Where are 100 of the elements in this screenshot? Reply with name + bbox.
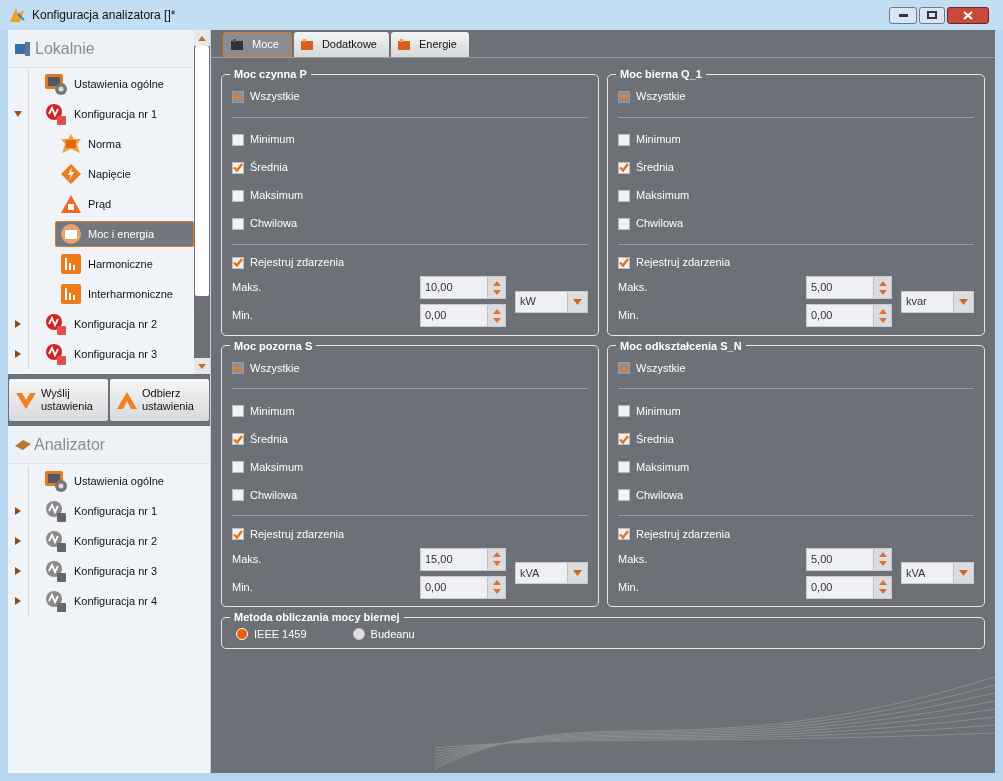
- checkbox[interactable]: [232, 161, 244, 174]
- expand-arrow-icon[interactable]: [14, 567, 22, 575]
- field-label: Min.: [618, 308, 640, 324]
- spinner-arrows-icon[interactable]: [487, 277, 505, 298]
- scroll-up-icon[interactable]: [198, 35, 206, 41]
- group-title: Moc pozorna S: [233, 338, 314, 354]
- checkbox-label: Wszystkie: [636, 360, 686, 376]
- tree-item[interactable]: Konfiguracja nr 3: [39, 341, 167, 367]
- tab[interactable]: Dodatkowe: [293, 32, 389, 57]
- tree-item[interactable]: Konfiguracja nr 3: [39, 558, 167, 584]
- checkbox[interactable]: [618, 189, 630, 202]
- checkbox-label: Wszystkie: [250, 360, 300, 376]
- unit-dropdown[interactable]: kVA: [901, 562, 974, 584]
- checkbox-label: Chwilowa: [250, 216, 298, 232]
- checkbox[interactable]: [618, 362, 630, 374]
- checkbox[interactable]: [232, 528, 244, 540]
- field-label: Maks.: [232, 280, 263, 296]
- tree-item[interactable]: Konfiguracja nr 2: [39, 528, 167, 554]
- caret-icon: [573, 298, 582, 305]
- checkbox-label: Chwilowa: [636, 487, 684, 503]
- receive-settings-button[interactable]: Odbierz ustawienia: [110, 379, 209, 421]
- checkbox[interactable]: [618, 528, 630, 540]
- section-header: Lokalnie: [8, 30, 194, 68]
- scrollbar-thumb[interactable]: [195, 46, 209, 296]
- expand-arrow-icon[interactable]: [14, 537, 22, 545]
- spinner-arrows-icon[interactable]: [873, 305, 891, 326]
- checkbox-label: Średnia: [636, 431, 674, 447]
- tree-item[interactable]: Konfiguracja nr 1: [39, 101, 167, 127]
- expand-arrow-icon[interactable]: [14, 320, 22, 328]
- checkbox[interactable]: [618, 133, 630, 146]
- checkbox[interactable]: [618, 405, 630, 417]
- checkbox[interactable]: [618, 161, 630, 174]
- spinner-arrows-icon[interactable]: [873, 548, 891, 570]
- scroll-down-icon[interactable]: [198, 363, 206, 369]
- tab[interactable]: Energie: [390, 32, 469, 57]
- expand-arrow-icon[interactable]: [14, 507, 22, 515]
- group-title: Metoda obliczania mocy biernej: [233, 610, 401, 625]
- tree-item[interactable]: Harmoniczne: [55, 251, 162, 277]
- number-field[interactable]: 0,00: [420, 575, 506, 599]
- checkbox[interactable]: [232, 461, 244, 473]
- number-field[interactable]: 0,00: [806, 575, 892, 599]
- tree-item[interactable]: Moc i energia: [55, 221, 194, 247]
- expand-arrow-icon[interactable]: [14, 597, 22, 605]
- checkbox-label: Średnia: [636, 160, 674, 176]
- tree-item[interactable]: Norma: [55, 131, 130, 157]
- checkbox-label: Chwilowa: [636, 216, 684, 232]
- checkbox[interactable]: [232, 189, 244, 202]
- send-settings-button[interactable]: Wyślij ustawienia: [9, 379, 108, 421]
- radio-button[interactable]: [352, 627, 365, 640]
- checkbox[interactable]: [618, 217, 630, 230]
- number-field[interactable]: 0,00: [806, 304, 892, 327]
- tree-item[interactable]: Konfiguracja nr 2: [39, 311, 167, 337]
- checkbox[interactable]: [232, 433, 244, 445]
- maximize-button[interactable]: [919, 6, 945, 24]
- lightning-icon: [60, 163, 82, 185]
- checkbox[interactable]: [232, 90, 244, 103]
- checkbox[interactable]: [618, 90, 630, 103]
- unit-dropdown[interactable]: kvar: [901, 290, 974, 313]
- unit-dropdown[interactable]: kW: [515, 290, 588, 313]
- checkmark-icon: [619, 258, 629, 267]
- group-title: Moc czynna P: [233, 67, 308, 82]
- tree-item[interactable]: Ustawienia ogólne: [39, 71, 173, 97]
- scrollbar[interactable]: [194, 30, 210, 374]
- bar-chart-icon: [60, 253, 82, 275]
- checkbox[interactable]: [232, 256, 244, 269]
- spinner-arrows-icon[interactable]: [487, 576, 505, 598]
- tree-item[interactable]: Interharmoniczne: [55, 281, 182, 307]
- minimize-button[interactable]: [889, 6, 917, 24]
- checkbox-label: Rejestruj zdarzenia: [636, 255, 731, 271]
- checkbox[interactable]: [618, 461, 630, 473]
- unit-dropdown[interactable]: kVA: [515, 562, 588, 584]
- tree-item[interactable]: Konfiguracja nr 4: [39, 588, 167, 614]
- checkbox[interactable]: [232, 362, 244, 374]
- number-field[interactable]: 10,00: [420, 276, 506, 299]
- spinner-arrows-icon[interactable]: [487, 548, 505, 570]
- spinner-arrows-icon[interactable]: [487, 305, 505, 326]
- tree-item[interactable]: Konfiguracja nr 1: [39, 498, 167, 524]
- number-field[interactable]: 15,00: [420, 547, 506, 571]
- spinner-arrows-icon[interactable]: [873, 277, 891, 298]
- number-field[interactable]: 5,00: [806, 547, 892, 571]
- caret-icon: [959, 298, 968, 305]
- tree-item[interactable]: Napięcie: [55, 161, 140, 187]
- checkbox[interactable]: [232, 489, 244, 501]
- config-icon: [44, 559, 68, 583]
- group-title: Moc bierna Q_1: [619, 67, 703, 82]
- number-field[interactable]: 5,00: [806, 276, 892, 299]
- expand-arrow-icon[interactable]: [14, 350, 22, 358]
- checkbox[interactable]: [232, 405, 244, 417]
- collapse-arrow-icon[interactable]: [14, 110, 22, 118]
- checkbox[interactable]: [618, 489, 630, 501]
- tree-item[interactable]: Ustawienia ogólne: [39, 468, 173, 494]
- checkbox[interactable]: [618, 433, 630, 445]
- number-field[interactable]: 0,00: [420, 304, 506, 327]
- checkbox[interactable]: [618, 256, 630, 269]
- app-logo-icon: [8, 6, 26, 24]
- checkbox[interactable]: [232, 217, 244, 230]
- tree-item[interactable]: Prąd: [55, 191, 121, 217]
- close-button[interactable]: [947, 6, 989, 24]
- spinner-arrows-icon[interactable]: [873, 576, 891, 598]
- checkbox[interactable]: [232, 133, 244, 146]
